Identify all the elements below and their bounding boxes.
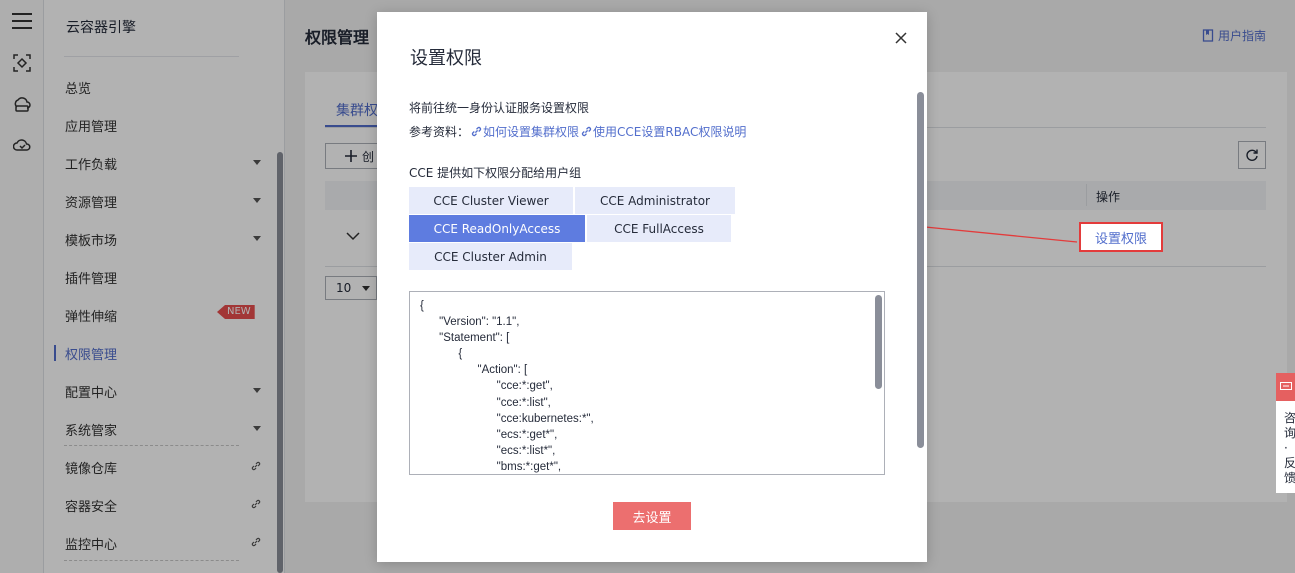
policy-line: "cce:*:list", xyxy=(420,396,551,409)
link-rbac-guide[interactable]: 使用CCE设置RBAC权限说明 xyxy=(579,123,746,140)
policy-line: "ecs:*:list*", xyxy=(420,444,556,457)
permission-cce-cluster-admin[interactable]: CCE Cluster Admin xyxy=(409,243,572,270)
policy-line: { xyxy=(420,348,463,361)
policy-line: "Version": "1.1", xyxy=(420,316,520,329)
policy-line: { xyxy=(420,300,424,312)
reference-label: 参考资料： xyxy=(409,125,470,139)
policy-line: "ecs:*:get*", xyxy=(420,428,558,441)
policy-line: "cce:kubernetes:*", xyxy=(420,412,594,425)
dialog-scrollbar[interactable] xyxy=(917,92,924,448)
annotation-arrow-icon xyxy=(908,222,1078,243)
link-label: 使用CCE设置RBAC权限说明 xyxy=(593,125,747,139)
permission-cce-fullaccess[interactable]: CCE FullAccess xyxy=(587,215,731,242)
link-label: 如何设置集群权限 xyxy=(483,125,580,139)
permission-cce-readonlyaccess[interactable]: CCE ReadOnlyAccess xyxy=(409,215,585,242)
permission-cce-administrator[interactable]: CCE Administrator xyxy=(575,187,735,214)
link-icon xyxy=(581,126,592,137)
policy-line: "Action": [ xyxy=(420,364,528,377)
policy-line: "bms:*:get*", xyxy=(420,460,562,473)
go-setup-button[interactable]: 去设置 xyxy=(613,502,691,530)
reference-links: 参考资料： 如何设置集群权限 使用CCE设置RBAC权限说明 xyxy=(409,123,746,140)
dialog-intro-text: 将前往统一身份认证服务设置权限 xyxy=(409,101,590,115)
policy-line: "cce:*:get", xyxy=(420,380,553,393)
policy-scrollbar[interactable] xyxy=(875,295,882,389)
consult-feedback-widget[interactable]: 咨询·反馈 xyxy=(1276,373,1295,493)
close-icon[interactable] xyxy=(893,30,909,46)
set-permission-link[interactable]: 设置权限 xyxy=(1079,222,1163,252)
policy-line: "Statement": [ xyxy=(420,332,510,345)
link-cluster-permissions-guide[interactable]: 如何设置集群权限 xyxy=(469,123,579,140)
consult-feedback-label: 咨询·反馈 xyxy=(1284,411,1295,485)
link-icon xyxy=(471,126,482,137)
policy-json-text: { "Version": "1.1", "Statement": [ { "Ac… xyxy=(420,298,594,474)
policy-json-viewer[interactable]: { "Version": "1.1", "Statement": [ { "Ac… xyxy=(409,291,885,475)
permission-group-title: CCE 提供如下权限分配给用户组 xyxy=(409,166,582,180)
set-permission-dialog: 设置权限 将前往统一身份认证服务设置权限 参考资料： 如何设置集群权限 使用CC… xyxy=(377,12,927,562)
dialog-title: 设置权限 xyxy=(410,48,482,69)
permission-cce-cluster-viewer[interactable]: CCE Cluster Viewer xyxy=(409,187,573,214)
chat-icon xyxy=(1276,373,1295,401)
